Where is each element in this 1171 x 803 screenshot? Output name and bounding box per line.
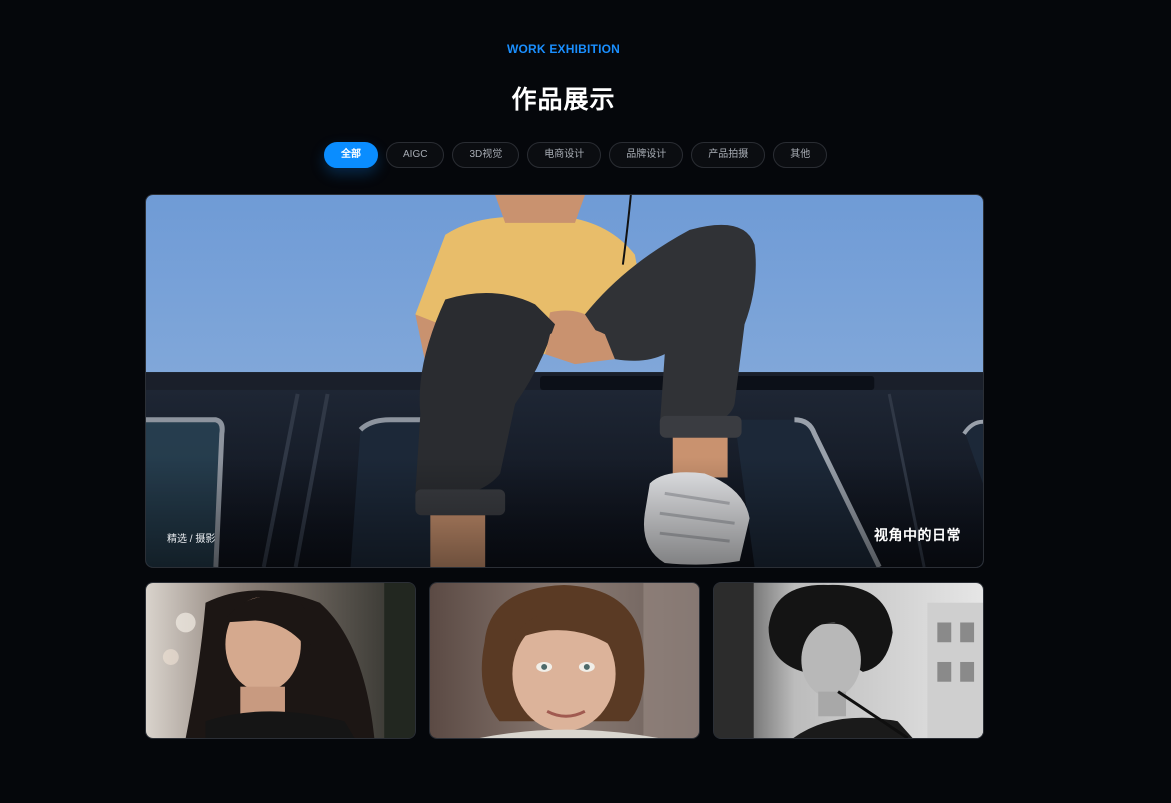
work-card[interactable] — [429, 582, 700, 739]
portrait-photo — [146, 583, 415, 738]
section-title: 作品展示 — [511, 86, 616, 114]
work-card[interactable] — [713, 582, 984, 739]
tab-other[interactable]: 其他 — [773, 142, 828, 168]
featured-work-card[interactable]: 精选 / 摄影 视角中的日常 — [145, 194, 984, 568]
featured-title: 视角中的日常 — [874, 527, 961, 543]
portfolio-section: WORK EXHIBITION 作品展示 全部 AIGC 3D视觉 电商设计 品… — [0, 0, 1171, 803]
featured-photo-overlay — [146, 457, 983, 567]
tab-all[interactable]: 全部 — [324, 142, 378, 168]
portrait-photo — [714, 583, 983, 738]
category-filter-tabs: 全部 AIGC 3D视觉 电商设计 品牌设计 产品拍摄 其他 — [324, 142, 828, 168]
tab-3d-visual[interactable]: 3D视觉 — [452, 142, 520, 168]
tab-brand-design[interactable]: 品牌设计 — [609, 142, 684, 168]
section-eyebrow: WORK EXHIBITION — [507, 42, 620, 56]
tab-product-photography[interactable]: 产品拍摄 — [691, 142, 766, 168]
work-card[interactable] — [145, 582, 416, 739]
portrait-photo — [430, 583, 699, 738]
featured-category-tag: 精选 / 摄影 — [167, 534, 216, 545]
tab-ecommerce-design[interactable]: 电商设计 — [527, 142, 602, 168]
tab-aigc[interactable]: AIGC — [386, 142, 445, 168]
